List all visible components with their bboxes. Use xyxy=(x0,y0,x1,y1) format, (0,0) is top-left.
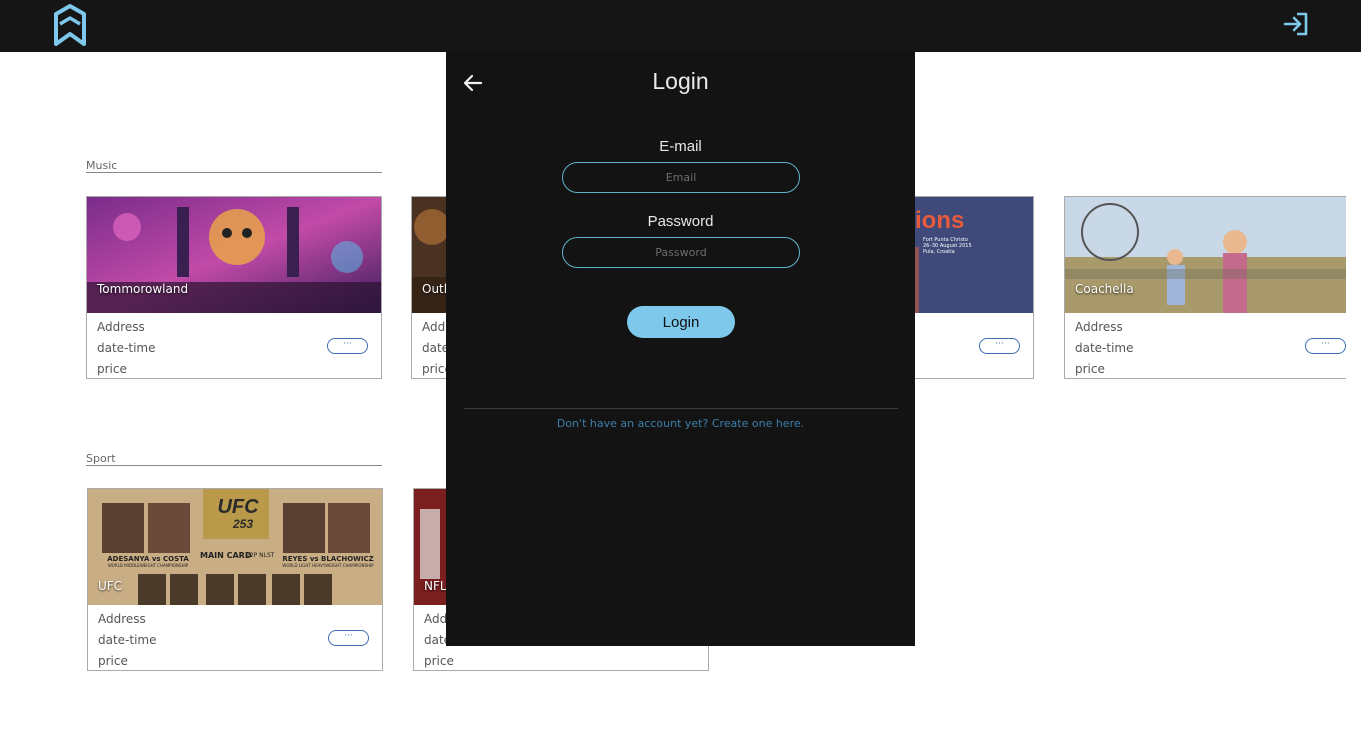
poster-fight-right-sub: WORLD LIGHT HEAVYWEIGHT CHAMPIONSHIP xyxy=(282,563,374,568)
login-modal: Login E-mail Password Login Don't have a… xyxy=(446,52,915,646)
login-button[interactable]: Login xyxy=(627,306,735,338)
event-address: Address xyxy=(1075,320,1123,334)
event-title: Outl xyxy=(422,282,448,296)
top-bar xyxy=(0,0,1361,52)
event-title: Coachella xyxy=(1075,282,1134,296)
event-title: Tommorowland xyxy=(97,282,189,296)
section-label-music: Music xyxy=(86,159,118,172)
event-card-coachella[interactable]: Coachella Address date-time price ··· xyxy=(1064,196,1346,379)
create-account-link[interactable]: Don't have an account yet? Create one he… xyxy=(446,417,915,430)
event-datetime: date-time xyxy=(1075,341,1134,355)
modal-title: Login xyxy=(652,68,709,94)
event-title: UFC xyxy=(98,579,123,593)
more-options-button[interactable]: ··· xyxy=(1305,338,1346,354)
ufc-logo-text: UFC xyxy=(217,496,259,518)
event-card-ufc[interactable]: UFC 253 ADESANYA vs COSTA WORLD MIDDLEWE… xyxy=(87,488,383,671)
event-banner-details: Fort Punta Christo 26–30 August 2015 Pul… xyxy=(923,237,972,255)
email-label: E-mail xyxy=(659,138,702,155)
event-address: Address xyxy=(98,612,146,626)
more-options-button[interactable]: ··· xyxy=(328,630,369,646)
event-price: price xyxy=(424,654,454,668)
sign-in-arrow-icon[interactable] xyxy=(1282,10,1310,38)
event-datetime: date xyxy=(422,341,450,355)
section-label-sport: Sport xyxy=(86,452,116,465)
event-price: price xyxy=(97,362,127,376)
more-options-button[interactable]: ··· xyxy=(327,338,368,354)
poster-time: 12P NLST xyxy=(246,552,275,559)
bookmark-house-logo-icon[interactable] xyxy=(52,4,88,46)
ufc-event-number: 253 xyxy=(232,517,254,531)
event-address: Address xyxy=(97,320,145,334)
event-address: Add xyxy=(422,320,446,334)
section-divider xyxy=(86,465,382,466)
event-card-tommorowland[interactable]: Tommorowland Address date-time price ··· xyxy=(86,196,382,379)
event-datetime: date-time xyxy=(97,341,156,355)
event-datetime: date-time xyxy=(98,633,157,647)
poster-fight-right: REYES vs BLACHOWICZ xyxy=(282,555,374,563)
password-label: Password xyxy=(647,213,714,230)
event-title: NFL xyxy=(424,579,447,593)
event-price: price xyxy=(98,654,128,668)
modal-divider xyxy=(464,408,898,409)
section-divider xyxy=(86,172,382,173)
poster-fight-left: ADESANYA vs COSTA xyxy=(107,555,189,563)
event-address: Add xyxy=(424,612,448,626)
poster-fight-left-sub: WORLD MIDDLEWEIGHT CHAMPIONSHIP xyxy=(107,563,189,568)
email-field[interactable] xyxy=(562,162,800,193)
event-banner-text: ions xyxy=(915,207,965,234)
password-field[interactable] xyxy=(562,237,800,268)
more-options-button[interactable]: ··· xyxy=(979,338,1020,354)
poster-main-card: MAIN CARD xyxy=(200,551,252,560)
event-price: price xyxy=(1075,362,1105,376)
